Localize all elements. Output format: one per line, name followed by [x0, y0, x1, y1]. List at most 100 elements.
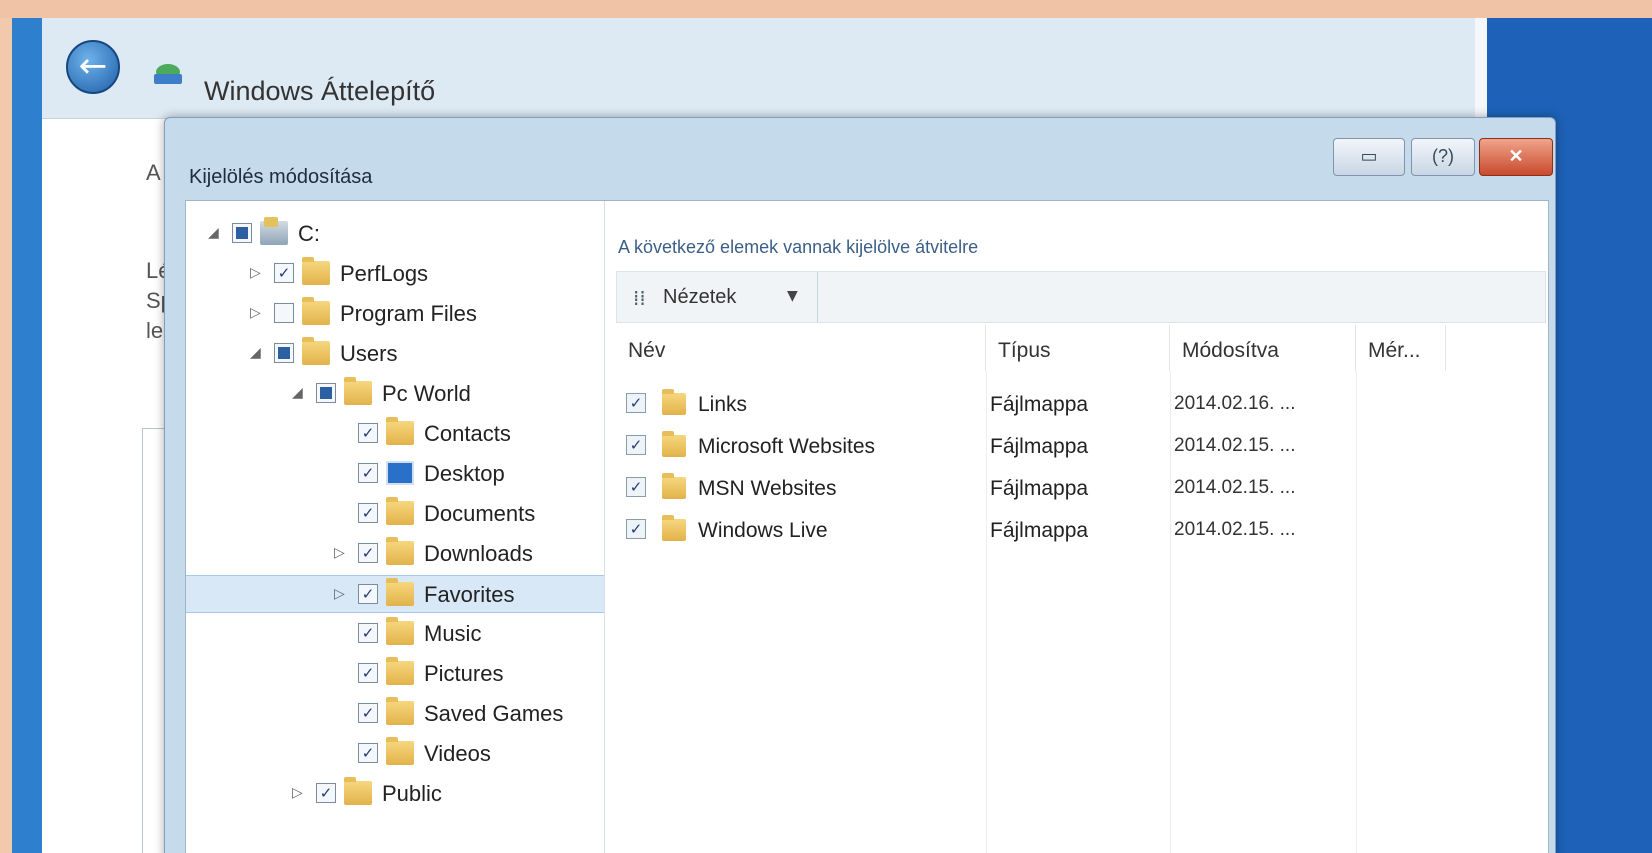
expand-arrow-icon[interactable]: [334, 505, 350, 523]
minimize-button[interactable]: ▭: [1333, 138, 1405, 176]
tree-item[interactable]: ◢ Users: [186, 335, 604, 373]
folder-icon: [344, 777, 372, 805]
item-type: Fájlmappa: [990, 435, 1089, 458]
tree-checkbox[interactable]: [274, 303, 294, 323]
tree-item-label: Music: [424, 621, 482, 646]
tree-checkbox[interactable]: ✓: [358, 703, 378, 723]
wizard-text-fragment-1: A: [146, 160, 161, 185]
expand-arrow-icon[interactable]: ▷: [292, 785, 308, 803]
tree-item-label: Desktop: [424, 461, 505, 486]
tree-item[interactable]: ✓ Contacts: [186, 415, 604, 453]
list-item[interactable]: ✓ Microsoft Websites Fájlmappa 2014.02.15. …: [618, 425, 1338, 465]
tree-item[interactable]: ✓ Saved Games: [186, 695, 604, 733]
collapse-arrow-icon[interactable]: ◢: [208, 225, 224, 243]
item-modified: 2014.02.15. ...: [1174, 477, 1296, 498]
expand-arrow-icon[interactable]: ▷: [250, 265, 266, 283]
tree-item-label: Downloads: [424, 541, 533, 566]
expand-arrow-icon[interactable]: ▷: [250, 305, 266, 323]
tree-item-label: Saved Games: [424, 701, 564, 726]
tree-item-label: PerfLogs: [340, 261, 429, 286]
expand-arrow-icon[interactable]: [334, 665, 350, 683]
close-button[interactable]: ✕: [1479, 138, 1553, 176]
tree-checkbox[interactable]: ✓: [358, 623, 378, 643]
wizard-title: Windows Áttelepítő: [204, 76, 436, 106]
tree-checkbox[interactable]: ✓: [274, 263, 294, 283]
tree-item-label: Pictures: [424, 661, 504, 686]
item-modified: 2014.02.15. ...: [1174, 435, 1296, 456]
tree-checkbox[interactable]: [316, 383, 336, 403]
list-item[interactable]: ✓ MSN Websites Fájlmappa 2014.02.15. ...: [618, 467, 1338, 507]
tree-checkbox[interactable]: ✓: [358, 423, 378, 443]
help-button[interactable]: (?): [1411, 138, 1475, 176]
tree-item[interactable]: ▷ ✓ Favorites: [186, 575, 604, 613]
item-name: Microsoft Websites: [698, 435, 875, 458]
tree-item-label: C:: [298, 221, 320, 246]
favorites-folder-icon: [386, 578, 414, 606]
tree-checkbox[interactable]: ✓: [316, 783, 336, 803]
folder-icon: [662, 515, 686, 541]
column-header-type[interactable]: Típus: [986, 325, 1170, 371]
wizard-header: ← Windows Áttelepítő: [42, 18, 1475, 119]
expand-arrow-icon[interactable]: ▷: [334, 586, 350, 604]
tree-checkbox[interactable]: ✓: [358, 663, 378, 683]
list-item[interactable]: ✓ Links Fájlmappa 2014.02.16. ...: [618, 383, 1338, 423]
collapse-arrow-icon[interactable]: ◢: [250, 345, 266, 363]
expand-arrow-icon[interactable]: [334, 745, 350, 763]
tree-checkbox[interactable]: ✓: [358, 584, 378, 604]
folder-icon: [302, 257, 330, 285]
tree-item[interactable]: ✓ Music: [186, 615, 604, 653]
views-button[interactable]: ⁞⁞ Nézetek ▼: [617, 272, 818, 322]
tree-item[interactable]: ✓ Desktop: [186, 455, 604, 493]
tree-checkbox[interactable]: ✓: [358, 743, 378, 763]
column-divider: [1356, 371, 1357, 853]
folder-icon: [662, 431, 686, 457]
documents-folder-icon: [386, 497, 414, 525]
list-checkbox[interactable]: ✓: [626, 435, 646, 455]
collapse-arrow-icon[interactable]: ◢: [292, 385, 308, 403]
pictures-folder-icon: [386, 657, 414, 685]
tree-item-label: Users: [340, 341, 398, 366]
tree-item-label: Public: [382, 781, 442, 806]
tree-item[interactable]: ▷ ✓ PerfLogs: [186, 255, 604, 293]
expand-arrow-icon[interactable]: ▷: [334, 545, 350, 563]
item-name: Windows Live: [698, 519, 828, 542]
tree-item[interactable]: ◢ Pc World: [186, 375, 604, 413]
list-item[interactable]: ✓ Windows Live Fájlmappa 2014.02.15. ...: [618, 509, 1338, 549]
tree-item[interactable]: ✓ Documents: [186, 495, 604, 533]
tree-item[interactable]: ✓ Pictures: [186, 655, 604, 693]
views-icon: ⁞⁞: [633, 286, 646, 310]
folder-icon: [662, 389, 686, 415]
expand-arrow-icon[interactable]: [334, 425, 350, 443]
list-checkbox[interactable]: ✓: [626, 393, 646, 413]
column-header-modified[interactable]: Módosítva: [1170, 325, 1356, 371]
expand-arrow-icon[interactable]: [334, 465, 350, 483]
desktop-strip-left: [12, 18, 42, 853]
tree-item-label: Videos: [424, 741, 491, 766]
column-header-name[interactable]: Név: [616, 325, 986, 371]
tree-item-label: Pc World: [382, 381, 471, 406]
list-checkbox[interactable]: ✓: [626, 519, 646, 539]
screen: ← Windows Áttelepítő A Lé Sp le Kijelölé…: [12, 18, 1652, 853]
tree-item[interactable]: ✓ Videos: [186, 735, 604, 773]
item-name: Links: [698, 393, 748, 416]
videos-folder-icon: [386, 737, 414, 765]
expand-arrow-icon[interactable]: [334, 705, 350, 723]
tree-item-label: Favorites: [424, 582, 515, 607]
back-arrow-icon[interactable]: ←: [66, 40, 120, 94]
tree-checkbox[interactable]: [274, 343, 294, 363]
tree-checkbox[interactable]: ✓: [358, 463, 378, 483]
tree-item[interactable]: ▷ ✓ Public: [186, 775, 604, 813]
tree-item[interactable]: ◢ C:: [186, 215, 604, 253]
column-header-size[interactable]: Mér...: [1356, 325, 1446, 371]
list-checkbox[interactable]: ✓: [626, 477, 646, 497]
expand-arrow-icon[interactable]: [334, 625, 350, 643]
tree-item[interactable]: ▷ ✓ Downloads: [186, 535, 604, 573]
tree-checkbox[interactable]: ✓: [358, 543, 378, 563]
tree-checkbox[interactable]: [232, 223, 252, 243]
folder-icon: [662, 473, 686, 499]
folder-tree[interactable]: ◢ C: ▷ ✓ PerfLogs ▷ Program Files ◢ Users ◢ Pc Wor…: [186, 201, 605, 853]
toolbar: ⁞⁞ Nézetek ▼: [616, 271, 1546, 323]
tree-checkbox[interactable]: ✓: [358, 503, 378, 523]
wizard-text-fragment-4: le: [146, 318, 164, 343]
tree-item[interactable]: ▷ Program Files: [186, 295, 604, 333]
